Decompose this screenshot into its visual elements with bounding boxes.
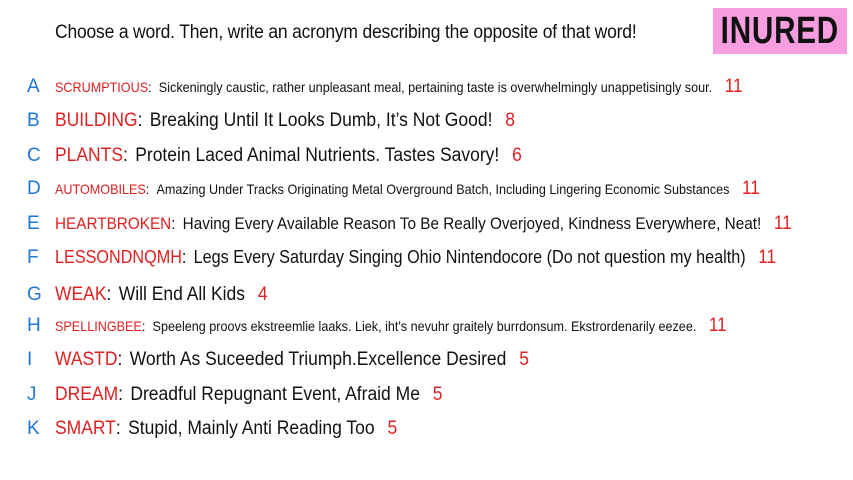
chosen-word: HEARTBROKEN xyxy=(55,214,172,233)
score-number: 5 xyxy=(432,384,443,405)
chosen-word: WASTD xyxy=(55,349,118,370)
logo-text: INURED xyxy=(720,9,840,52)
colon: : xyxy=(137,110,143,131)
row-letter: I xyxy=(27,349,33,370)
answer-content: SPELLINGBEE: Speeleng proovs ekstreemlie … xyxy=(55,315,727,337)
colon: : xyxy=(115,418,121,439)
answer-content: SCRUMPTIOUS: Sickeningly caustic, rather … xyxy=(55,76,742,98)
acronym-definition: Speeleng proovs ekstreemlie laaks. Liek,… xyxy=(152,318,697,334)
score-number: 8 xyxy=(505,110,516,131)
colon: : xyxy=(141,318,146,334)
acronym-definition: Legs Every Saturday Singing Ohio Nintend… xyxy=(193,247,746,267)
answer-content: SMART: Stupid, Mainly Anti Reading Too 5 xyxy=(55,418,397,440)
chosen-word: DREAM xyxy=(55,384,119,405)
row-letter: F xyxy=(27,247,39,268)
acronym-definition: Sickeningly caustic, rather unpleasant m… xyxy=(158,79,713,95)
acronym-definition: Breaking Until It Looks Dumb, It’s Not G… xyxy=(149,110,493,131)
acronym-definition: Protein Laced Animal Nutrients. Tastes S… xyxy=(135,145,500,166)
colon: : xyxy=(118,384,123,405)
row-letter: E xyxy=(27,213,40,234)
row-letter: K xyxy=(27,418,40,439)
colon: : xyxy=(145,181,150,197)
answer-content: DREAM: Dreadful Repugnant Event, Afraid M… xyxy=(55,384,443,406)
row-letter: C xyxy=(27,145,41,166)
answer-row: F LESSONDNQMH: Legs Every Saturday Singin… xyxy=(0,243,853,273)
colon: : xyxy=(171,214,176,233)
acronym-definition: Worth As Suceeded Triumph.Excellence Des… xyxy=(129,349,507,370)
row-letter: H xyxy=(27,315,41,336)
score-number: 5 xyxy=(519,349,529,370)
chosen-word: AUTOMOBILES xyxy=(55,181,146,197)
score-number: 11 xyxy=(773,213,792,234)
acronym-definition: Dreadful Repugnant Event, Afraid Me xyxy=(130,384,420,405)
answer-content: PLANTS: Protein Laced Animal Nutrients. T… xyxy=(55,145,522,167)
row-letter: D xyxy=(27,178,41,199)
row-letter: G xyxy=(27,284,42,305)
colon: : xyxy=(117,349,123,370)
row-letter: B xyxy=(27,110,40,131)
answer-row: K SMART: Stupid, Mainly Anti Reading Too 5 xyxy=(0,414,853,444)
answer-content: HEARTBROKEN: Having Every Available Reaso… xyxy=(55,213,792,235)
score-number: 5 xyxy=(387,418,398,439)
answer-row: G WEAK: Will End All Kids 4 xyxy=(0,280,853,310)
answer-row: E HEARTBROKEN: Having Every Available Rea… xyxy=(0,209,853,239)
acronym-definition: Will End All Kids xyxy=(118,284,245,305)
instructions-text: Choose a word. Then, write an acronym de… xyxy=(55,22,637,43)
answer-row: B BUILDING: Breaking Until It Looks Dumb,… xyxy=(0,106,853,136)
acronym-definition: Having Every Available Reason To Be Real… xyxy=(182,214,762,233)
score-number: 4 xyxy=(257,284,268,305)
answer-content: AUTOMOBILES: Amazing Under Tracks Origina… xyxy=(55,178,760,200)
answer-row: I WASTD: Worth As Suceeded Triumph.Excell… xyxy=(0,345,853,375)
colon: : xyxy=(106,284,112,305)
score-number: 11 xyxy=(724,76,743,97)
score-number: 11 xyxy=(742,178,760,199)
colon: : xyxy=(148,79,152,95)
chosen-word: WEAK xyxy=(55,284,107,305)
chosen-word: SMART xyxy=(55,418,116,439)
answer-row: D AUTOMOBILES: Amazing Under Tracks Origi… xyxy=(0,174,853,204)
colon: : xyxy=(123,145,128,166)
acronym-definition: Stupid, Mainly Anti Reading Too xyxy=(128,418,375,439)
acronym-definition: Amazing Under Tracks Originating Metal O… xyxy=(156,181,730,197)
colon: : xyxy=(181,247,187,267)
chosen-word: SCRUMPTIOUS xyxy=(55,79,149,95)
row-letter: A xyxy=(27,76,40,97)
answer-row: J DREAM: Dreadful Repugnant Event, Afraid… xyxy=(0,380,853,410)
answer-row: C PLANTS: Protein Laced Animal Nutrients.… xyxy=(0,141,853,171)
score-number: 11 xyxy=(758,247,777,268)
answer-row: H SPELLINGBEE: Speeleng proovs ekstreemli… xyxy=(0,311,853,341)
answer-row: A SCRUMPTIOUS: Sickeningly caustic, rathe… xyxy=(0,72,853,102)
chosen-word: BUILDING xyxy=(55,110,138,131)
answer-content: LESSONDNQMH: Legs Every Saturday Singing … xyxy=(55,247,776,269)
chosen-word: LESSONDNQMH xyxy=(55,247,182,267)
chosen-word: SPELLINGBEE xyxy=(55,318,142,334)
answer-content: WEAK: Will End All Kids 4 xyxy=(55,284,268,306)
answer-content: BUILDING: Breaking Until It Looks Dumb, I… xyxy=(55,110,515,132)
score-number: 6 xyxy=(512,145,522,166)
logo-badge: INURED xyxy=(713,8,847,54)
answer-content: WASTD: Worth As Suceeded Triumph.Excellen… xyxy=(55,349,529,371)
score-number: 11 xyxy=(708,315,727,336)
row-letter: J xyxy=(27,384,37,405)
chosen-word: PLANTS xyxy=(55,145,124,166)
